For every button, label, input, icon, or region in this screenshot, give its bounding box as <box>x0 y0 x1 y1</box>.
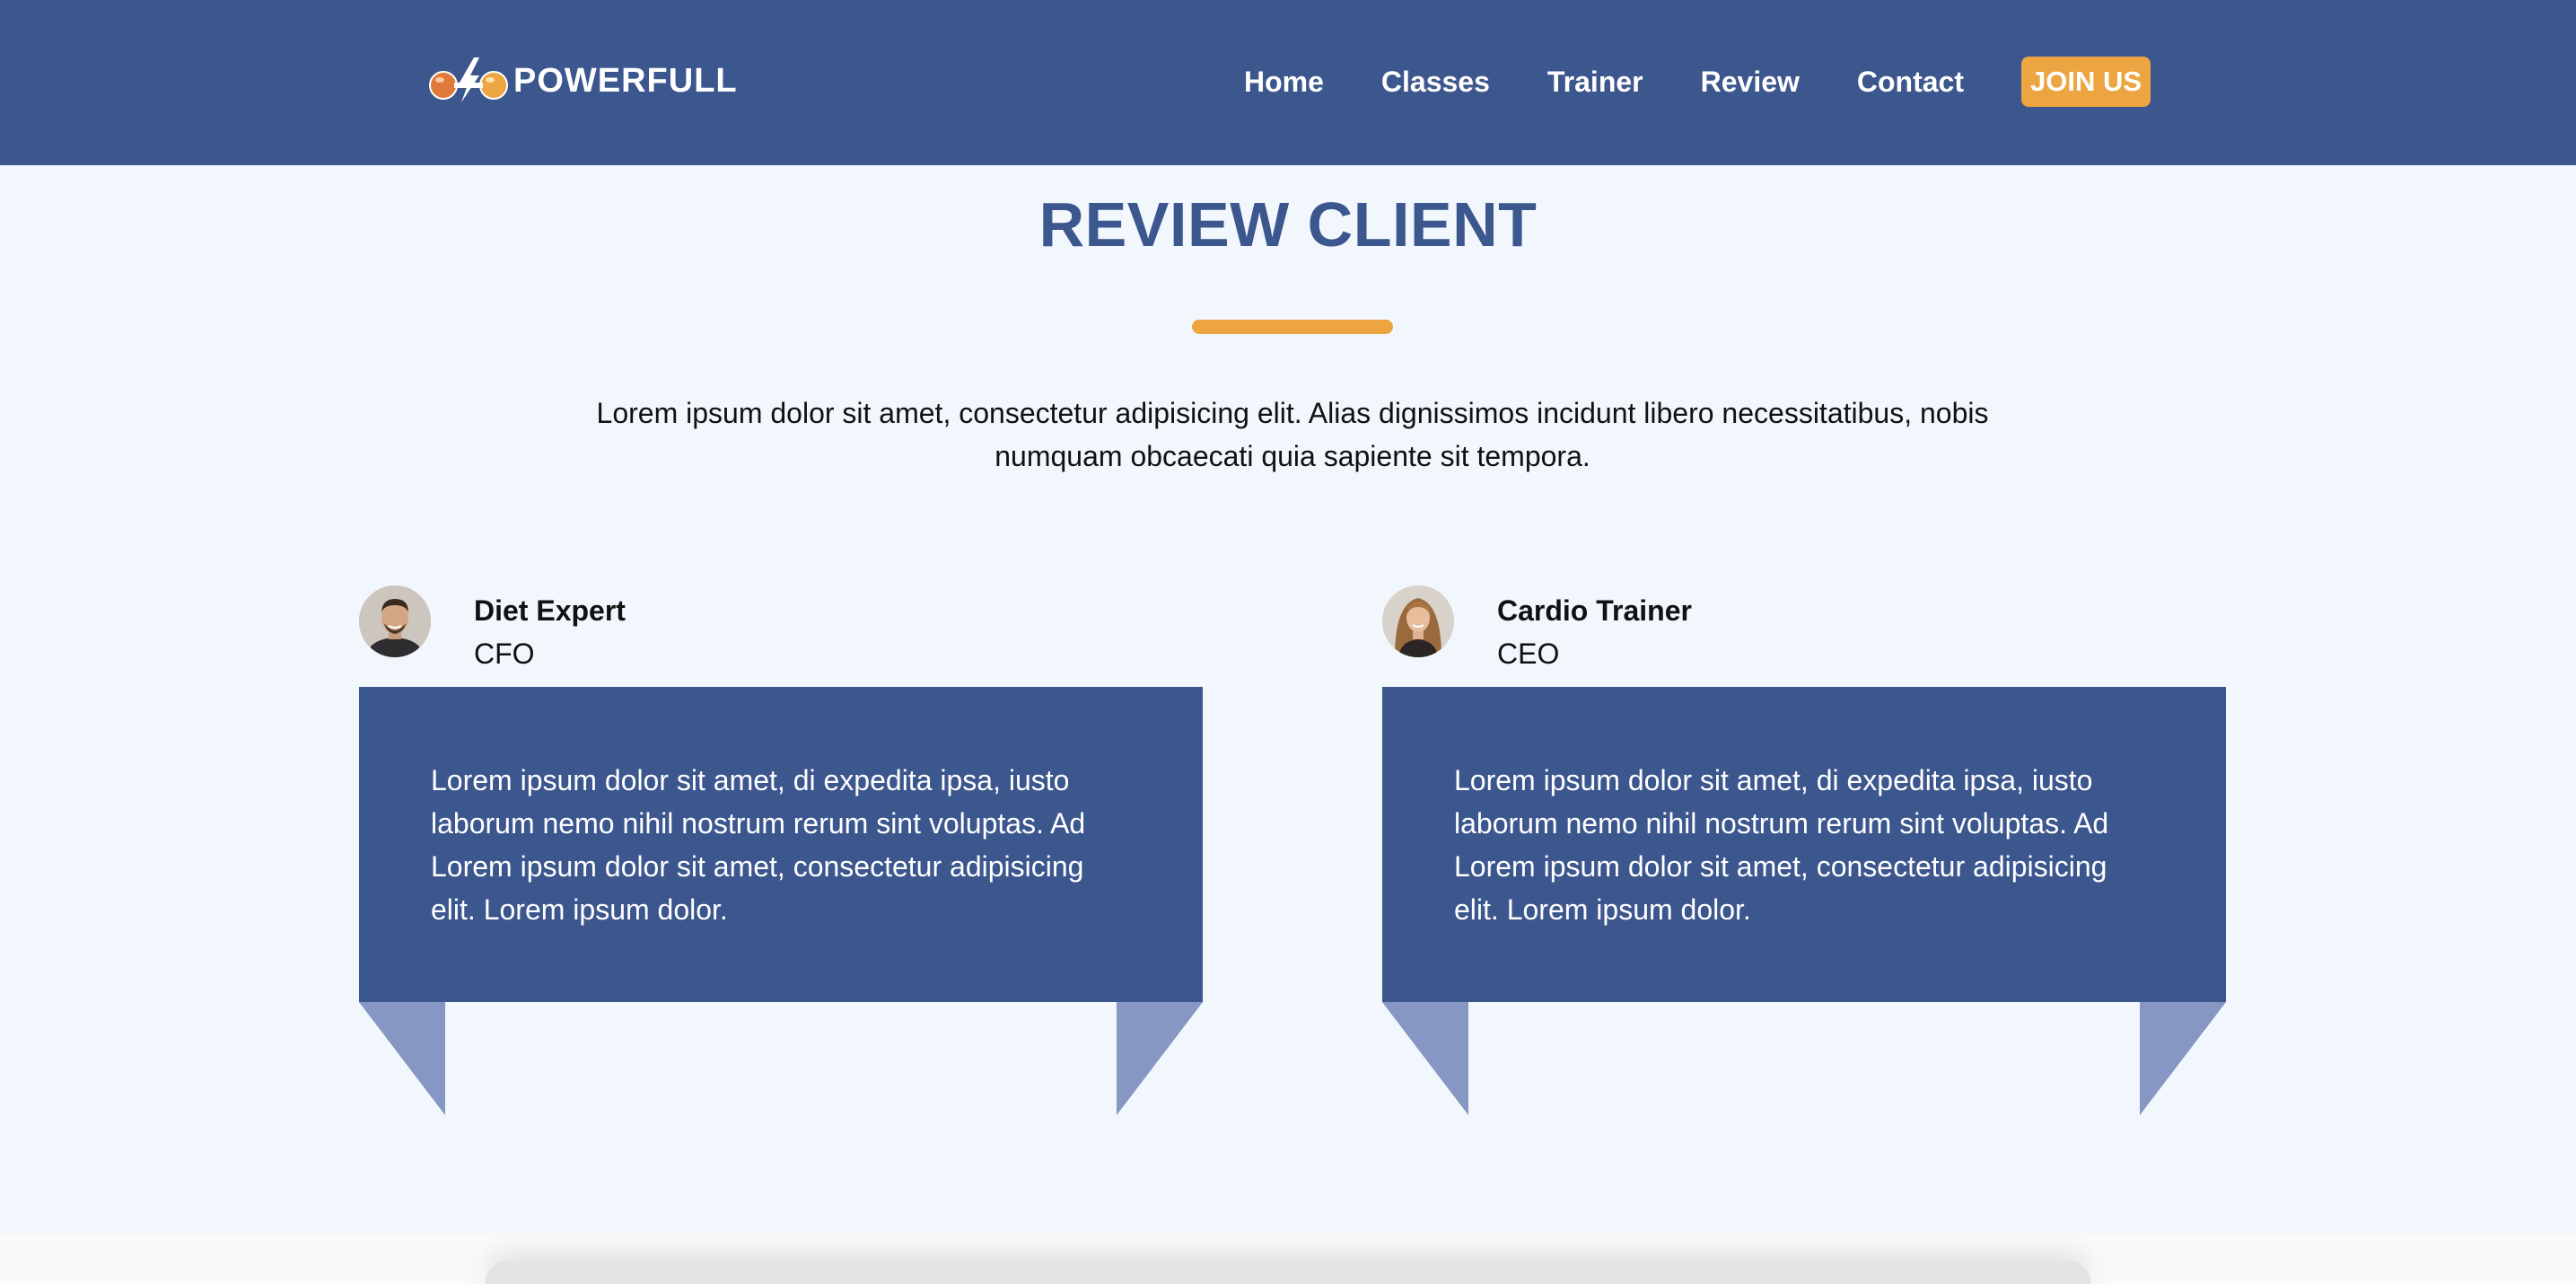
review-text: Lorem ipsum dolor sit amet, di expedita … <box>1454 764 2109 926</box>
woman-avatar <box>1382 585 1454 657</box>
title-underline <box>1192 320 1393 334</box>
review-text: Lorem ipsum dolor sit amet, di expedita … <box>431 764 1086 926</box>
join-us-button[interactable]: JOIN US <box>2021 57 2151 107</box>
nav-link-classes[interactable]: Classes <box>1381 57 1490 106</box>
review-author: Diet Expert CFO <box>359 585 1203 687</box>
man-avatar <box>359 585 431 657</box>
ribbon-tail-right <box>1117 1002 1203 1115</box>
brand-name: POWERFULL <box>513 61 738 100</box>
review-card: Cardio Trainer CEO Lorem ipsum dolor sit… <box>1382 585 2226 1115</box>
next-section-card-edge <box>485 1261 2091 1284</box>
ribbon-tail-left <box>1382 1002 1468 1115</box>
review-quote-box: Lorem ipsum dolor sit amet, di expedita … <box>1382 687 2226 1115</box>
section-title: REVIEW CLIENT <box>1038 189 1538 259</box>
dumbbell-lightning-icon <box>429 57 508 102</box>
navbar: POWERFULL Home Classes Trainer Review Co… <box>0 0 2576 165</box>
ribbon-tail-left <box>359 1002 445 1115</box>
reviewer-role: CFO <box>474 638 535 670</box>
nav-menu: Home Classes Trainer Review Contact JOIN… <box>1244 57 2151 107</box>
review-author: Cardio Trainer CEO <box>1382 585 2226 687</box>
review-quote-box: Lorem ipsum dolor sit amet, di expedita … <box>359 687 1203 1115</box>
review-card: Diet Expert CFO Lorem ipsum dolor sit am… <box>359 585 1203 1115</box>
nav-link-home[interactable]: Home <box>1244 57 1324 106</box>
nav-link-trainer[interactable]: Trainer <box>1547 57 1643 106</box>
brand-logo[interactable]: POWERFULL <box>427 56 738 106</box>
reviewer-name: Cardio Trainer <box>1497 594 1692 627</box>
section-description: Lorem ipsum dolor sit amet, consectetur … <box>596 397 1989 472</box>
nav-link-review[interactable]: Review <box>1701 57 1800 106</box>
ribbon-tail-right <box>2140 1002 2226 1115</box>
reviewer-role: CEO <box>1497 638 1560 670</box>
nav-link-contact[interactable]: Contact <box>1857 57 1964 106</box>
reviewer-name: Diet Expert <box>474 594 626 627</box>
